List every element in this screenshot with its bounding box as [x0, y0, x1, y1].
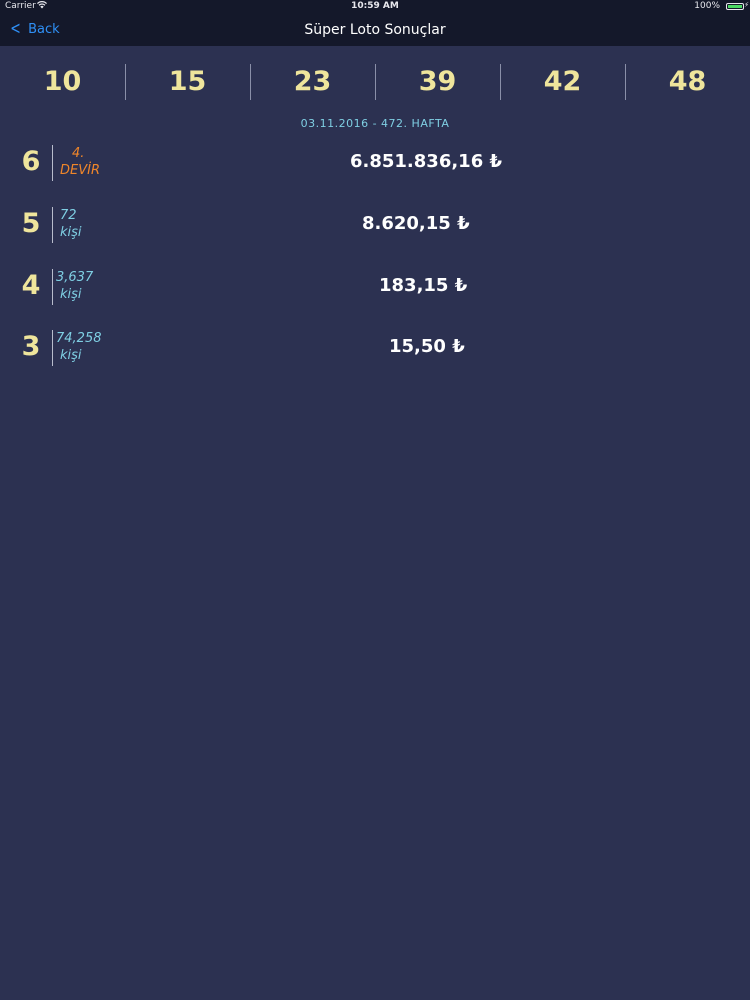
battery-icon	[726, 3, 744, 10]
prize-info: 3,637 kişi	[56, 269, 93, 303]
winner-count: 72	[60, 208, 77, 223]
clock: 10:59 AM	[351, 1, 399, 11]
prize-row: 5 72 kişi 8.620,15 ₺	[0, 205, 750, 245]
winning-number: 42	[500, 62, 625, 102]
draw-date: 03.11.2016 - 472. HAFTA	[300, 117, 450, 130]
winning-number: 48	[625, 62, 750, 102]
winning-number: 23	[250, 62, 375, 102]
match-count: 3	[21, 331, 41, 362]
prize-amount: 8.620,15 ₺	[362, 213, 470, 234]
prize-info: 74,258 kişi	[56, 330, 102, 364]
match-count: 4	[21, 270, 41, 301]
winning-number: 15	[125, 62, 250, 102]
prize-amount: 6.851.836,16 ₺	[350, 151, 503, 172]
winner-label: kişi	[60, 287, 82, 302]
divider	[52, 330, 53, 366]
prize-info: 4. DEVİR	[56, 145, 100, 179]
winning-numbers: 10 15 23 39 42 48	[0, 62, 750, 102]
winner-label: kişi	[60, 225, 82, 240]
status-bar: Carrier 10:59 AM 100% ⚡	[0, 0, 750, 14]
prize-amount: 183,15 ₺	[379, 275, 468, 296]
divider	[52, 269, 53, 305]
prize-row: 4 3,637 kişi 183,15 ₺	[0, 267, 750, 307]
charging-bolt-icon: ⚡	[744, 1, 749, 9]
page-title: Süper Loto Sonuçlar	[304, 22, 446, 38]
rollover-count: 4.	[72, 146, 85, 161]
divider	[52, 145, 53, 181]
winner-count: 3,637	[56, 270, 94, 285]
winning-number: 39	[375, 62, 500, 102]
battery-percent: 100%	[694, 1, 720, 11]
prize-amount: 15,50 ₺	[389, 336, 465, 357]
navigation-bar: < Back Süper Loto Sonuçlar	[0, 14, 750, 46]
winner-label: kişi	[60, 348, 82, 363]
divider	[52, 207, 53, 243]
match-count: 5	[21, 208, 41, 239]
winning-number: 10	[43, 66, 82, 97]
prize-info: 72 kişi	[56, 207, 82, 241]
rollover-label: DEVİR	[60, 163, 100, 178]
match-count: 6	[21, 146, 41, 177]
prize-row: 6 4. DEVİR 6.851.836,16 ₺	[0, 143, 750, 183]
prize-row: 3 74,258 kişi 15,50 ₺	[0, 328, 750, 368]
winner-count: 74,258	[56, 331, 102, 346]
